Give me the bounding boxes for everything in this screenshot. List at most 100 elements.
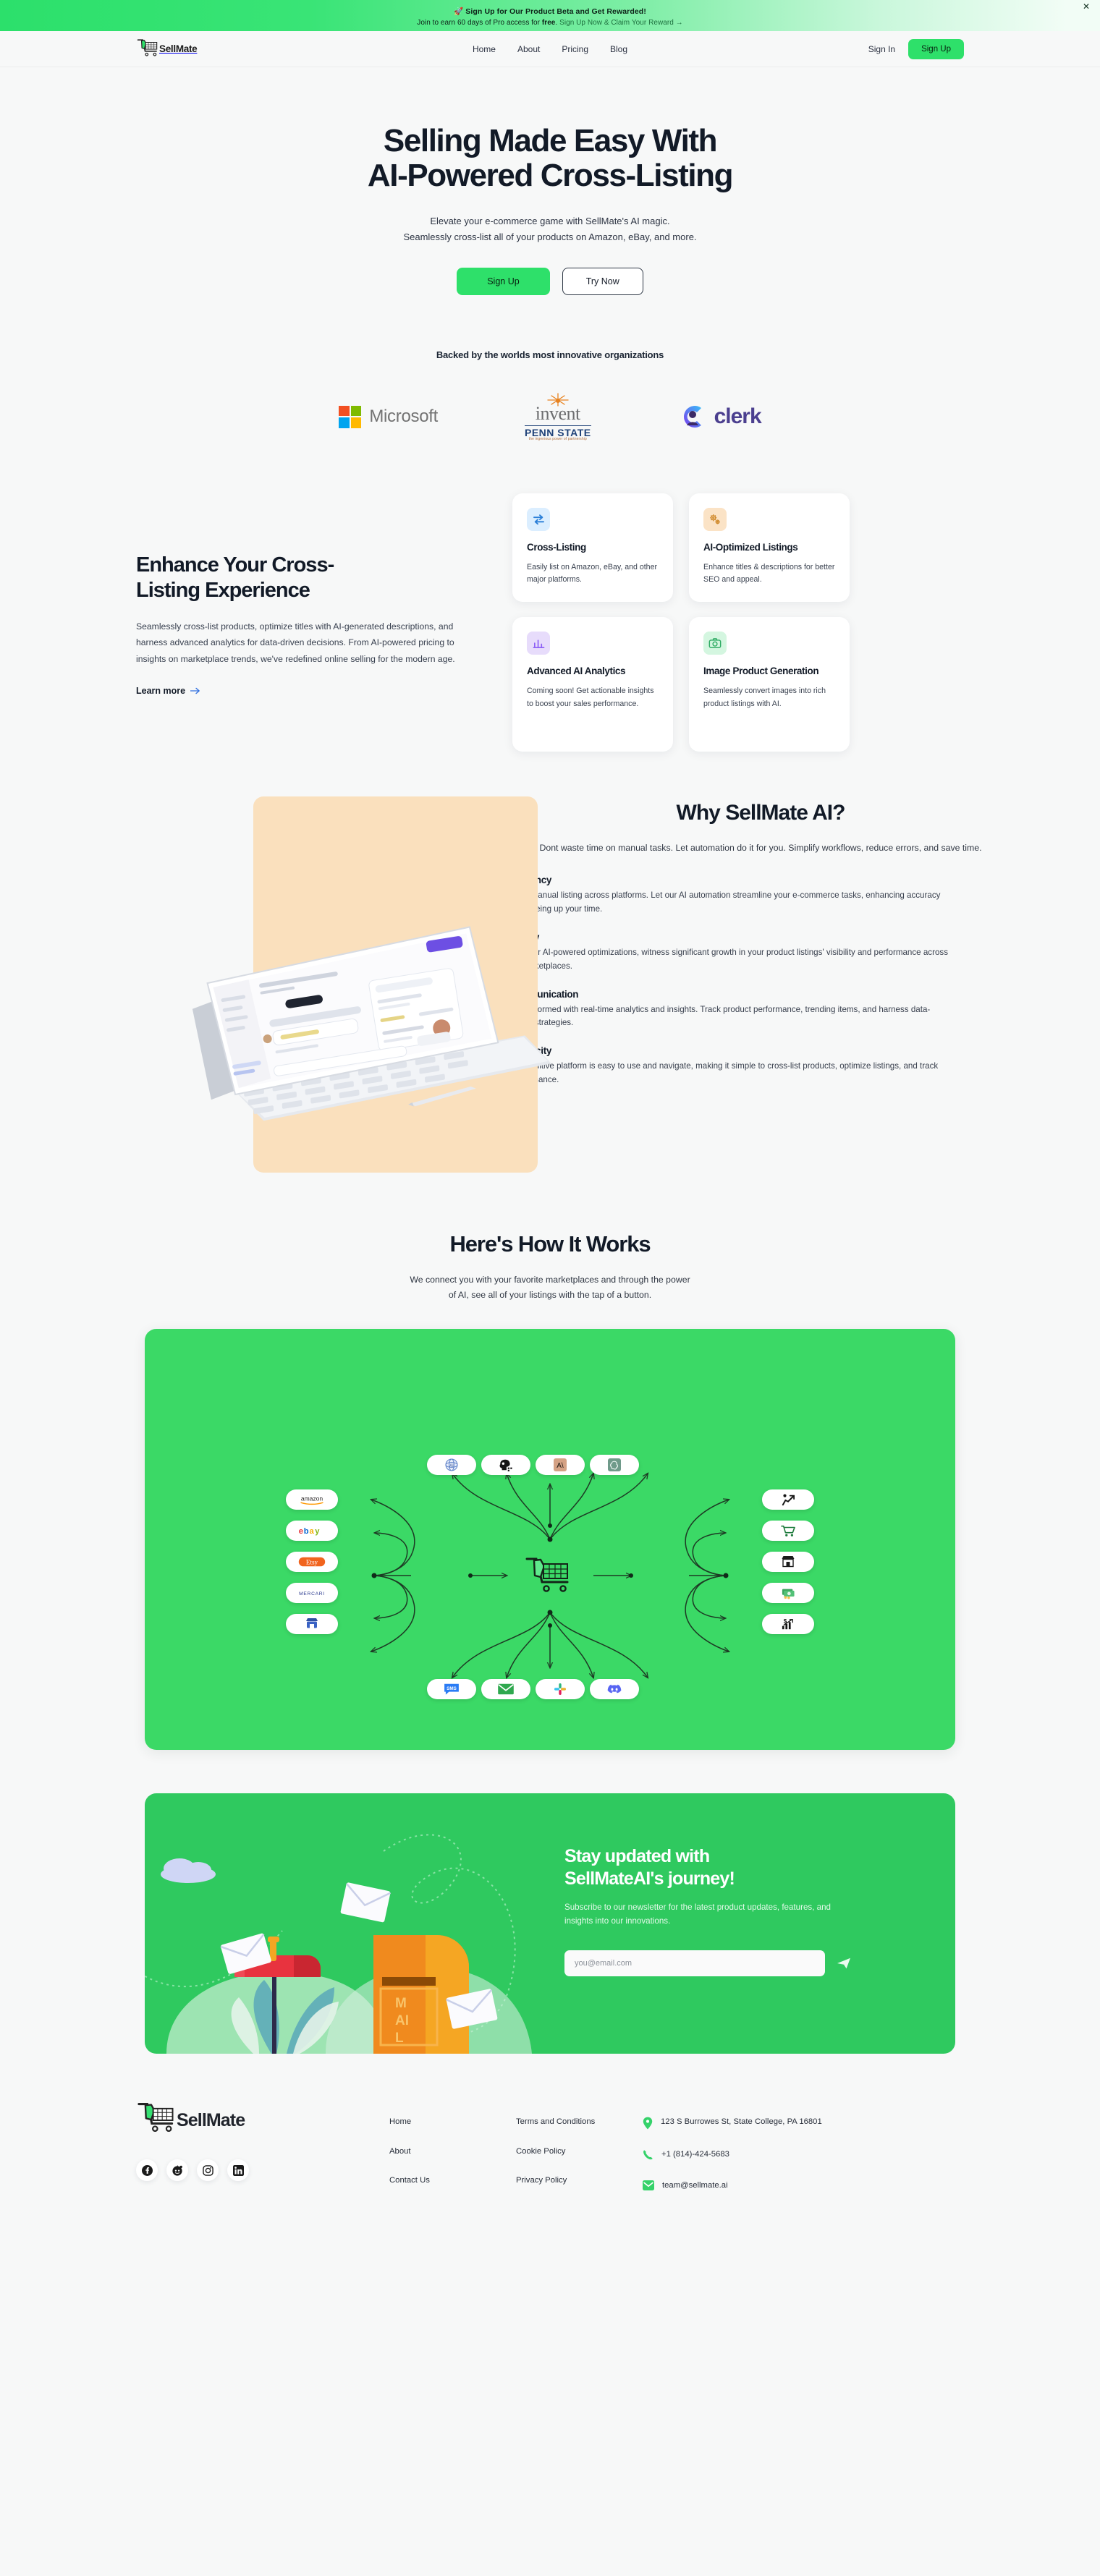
footer-email-row: team@sellmate.ai (643, 2180, 881, 2192)
feature-card-body: Seamlessly convert images into rich prod… (703, 686, 826, 708)
hero-cta-group: Sign Up Try Now (0, 267, 1100, 295)
why-benefit-list: ✓ Efficiency Ditch manual listing across… (494, 875, 1028, 1087)
newsletter-section: M AI L Stay updated with SellMateAI's jo… (145, 1793, 955, 2054)
announcement-cta-link[interactable]: Sign Up Now & Claim Your Reward → (559, 19, 683, 27)
feature-card-advanced-ai-analytics[interactable]: Advanced AI Analytics Coming soon! Get a… (512, 617, 673, 752)
sign-in-button[interactable]: Sign In (868, 44, 895, 54)
newsletter-submit-button[interactable] (835, 1955, 852, 1971)
flow-chip-mercari[interactable]: MERCARI (286, 1583, 338, 1604)
mercari-logo: MERCARI (299, 1591, 324, 1597)
nav-item-blog[interactable]: Blog (610, 44, 627, 54)
announcement-subline-bold: free (541, 18, 556, 27)
footer-brand-block: SellMate (136, 2101, 389, 2211)
location-pin-icon (643, 2117, 653, 2130)
newsletter-email-input[interactable] (564, 1950, 825, 1976)
social-link-linkedin[interactable] (227, 2159, 249, 2182)
backers-logo-row: Microsoft invent PENN STATE the ingeniou… (0, 392, 1100, 441)
flow-chip-ebay[interactable]: e b a y (286, 1521, 338, 1542)
nav-item-about[interactable]: About (517, 44, 540, 54)
backers-heading: Backed by the worlds most innovative org… (436, 349, 664, 360)
feature-card-ai-optimized-listings[interactable]: AI-Optimized Listings Enhance titles & d… (689, 493, 850, 603)
arrow-right-icon (190, 687, 200, 694)
swap-arrows-icon (527, 507, 550, 531)
flow-chip-openai[interactable] (590, 1455, 639, 1476)
feature-card-title: Advanced AI Analytics (527, 666, 626, 677)
flow-chip-etsy[interactable]: Etsy (286, 1552, 338, 1573)
nav-item-home[interactable]: Home (473, 44, 496, 54)
cart-icon (781, 1526, 795, 1537)
why-benefit-quality: ✓ Quality With our AI-powered optimizati… (494, 932, 1028, 974)
flow-chip-ai21[interactable]: AI (427, 1455, 476, 1476)
amazon-logo: amazon (300, 1495, 323, 1505)
announcement-subline: Join to earn 60 days of Pro access for f… (417, 19, 682, 27)
store-icon (782, 1556, 795, 1568)
hero-title-line1: Selling Made Easy With (383, 123, 718, 158)
svg-text:AI: AI (449, 1464, 454, 1468)
flow-chip-storefront[interactable] (286, 1614, 338, 1635)
money-icon (782, 1589, 795, 1599)
clerk-mark-icon (683, 406, 701, 428)
flow-chip-cart[interactable] (762, 1521, 814, 1542)
footer-phone-row: +1 (814)-424-5683 (643, 2148, 881, 2161)
footer-logo[interactable]: SellMate (136, 2101, 389, 2139)
footer-phone-text[interactable]: +1 (814)-424-5683 (661, 2148, 729, 2161)
feature-card-image-product-generation[interactable]: Image Product Generation Seamlessly conv… (689, 617, 850, 752)
footer-link-about[interactable]: About (389, 2146, 516, 2157)
hero-title-line2: AI-Powered Cross-Listing (367, 158, 734, 194)
penn-state-wordmark: PENN STATE (524, 426, 591, 438)
why-benefit-body: Stay informed with real-time analytics a… (509, 1004, 931, 1028)
social-link-facebook[interactable] (136, 2159, 158, 2182)
feature-card-body: Coming soon! Get actionable insights to … (527, 686, 654, 708)
slack-icon (554, 1683, 566, 1696)
phone-icon (643, 2150, 653, 2160)
social-link-instagram[interactable] (197, 2159, 219, 2182)
hero-subtitle-line2: Seamlessly cross-list all of your produc… (403, 231, 697, 243)
sms-icon: SMS (444, 1684, 459, 1696)
flow-chip-sms[interactable]: SMS (427, 1679, 476, 1700)
flow-chip-ai-brain[interactable] (481, 1455, 530, 1476)
footer-address-text: 123 S Burrowes St, State College, PA 168… (661, 2117, 822, 2127)
newsletter-title-line1: Stay updated with (564, 1846, 710, 1867)
why-benefit-efficiency: ✓ Efficiency Ditch manual listing across… (494, 875, 1028, 917)
announcement-headline: 🚀 Sign Up for Our Product Beta and Get R… (454, 7, 646, 16)
svg-text:A\: A\ (557, 1462, 564, 1470)
footer-link-cookie-policy[interactable]: Cookie Policy (516, 2146, 643, 2157)
how-subtitle-line2: of AI, see all of your listings with the… (448, 1290, 652, 1301)
why-benefit-body: Our intuitive platform is easy to use an… (509, 1061, 939, 1084)
hero-try-now-button[interactable]: Try Now (562, 267, 643, 295)
nav-item-pricing[interactable]: Pricing (562, 44, 588, 54)
footer-link-contact-us[interactable]: Contact Us (389, 2175, 516, 2186)
flow-chip-amazon[interactable]: amazon (286, 1489, 338, 1510)
brand-logo-link[interactable]: SellMate (136, 38, 198, 60)
flow-chip-revenue-chart[interactable]: $ (762, 1614, 814, 1635)
sign-up-button[interactable]: Sign Up (908, 38, 964, 59)
why-benefit-communication: ✓ Communication Stay informed with real-… (494, 989, 1028, 1031)
learn-more-link[interactable]: Learn more (136, 686, 201, 696)
flow-chip-email[interactable] (481, 1679, 530, 1700)
reddit-icon (172, 2165, 182, 2176)
how-it-works-subtitle: We connect you with your favorite market… (0, 1272, 1100, 1303)
flow-chip-growth[interactable] (762, 1489, 814, 1510)
flow-chip-discord[interactable] (590, 1679, 639, 1700)
close-icon[interactable]: ✕ (1083, 2, 1090, 11)
newsletter-illustration: M AI L (145, 1793, 550, 2054)
footer-link-privacy-policy[interactable]: Privacy Policy (516, 2175, 643, 2186)
flow-chip-money[interactable] (762, 1583, 814, 1604)
flow-chip-anthropic[interactable]: A\ (536, 1455, 585, 1476)
hero-sign-up-button[interactable]: Sign Up (457, 267, 550, 295)
social-link-reddit[interactable] (166, 2159, 188, 2182)
hero-subtitle-line1: Elevate your e-commerce game with SellMa… (430, 215, 670, 226)
flow-chip-store[interactable] (762, 1552, 814, 1573)
footer-link-home[interactable]: Home (389, 2116, 516, 2127)
svg-text:L: L (395, 2031, 404, 2046)
sellmate-cart-icon (137, 38, 158, 56)
footer-links-legal: Terms and Conditions Cookie Policy Priva… (516, 2101, 643, 2211)
flow-chip-slack[interactable] (536, 1679, 585, 1700)
invent-wordmark: invent (535, 402, 580, 424)
feature-card-cross-listing[interactable]: Cross-Listing Easily list on Amazon, eBa… (512, 493, 673, 603)
svg-text:e: e (299, 1528, 303, 1536)
footer-link-terms-and-conditions[interactable]: Terms and Conditions (516, 2116, 643, 2127)
footer-email-text[interactable]: team@sellmate.ai (662, 2180, 728, 2192)
mailbox-illustration: M AI L (145, 1834, 532, 2054)
enhance-copy: Enhance Your Cross- Listing Experience S… (72, 493, 478, 697)
